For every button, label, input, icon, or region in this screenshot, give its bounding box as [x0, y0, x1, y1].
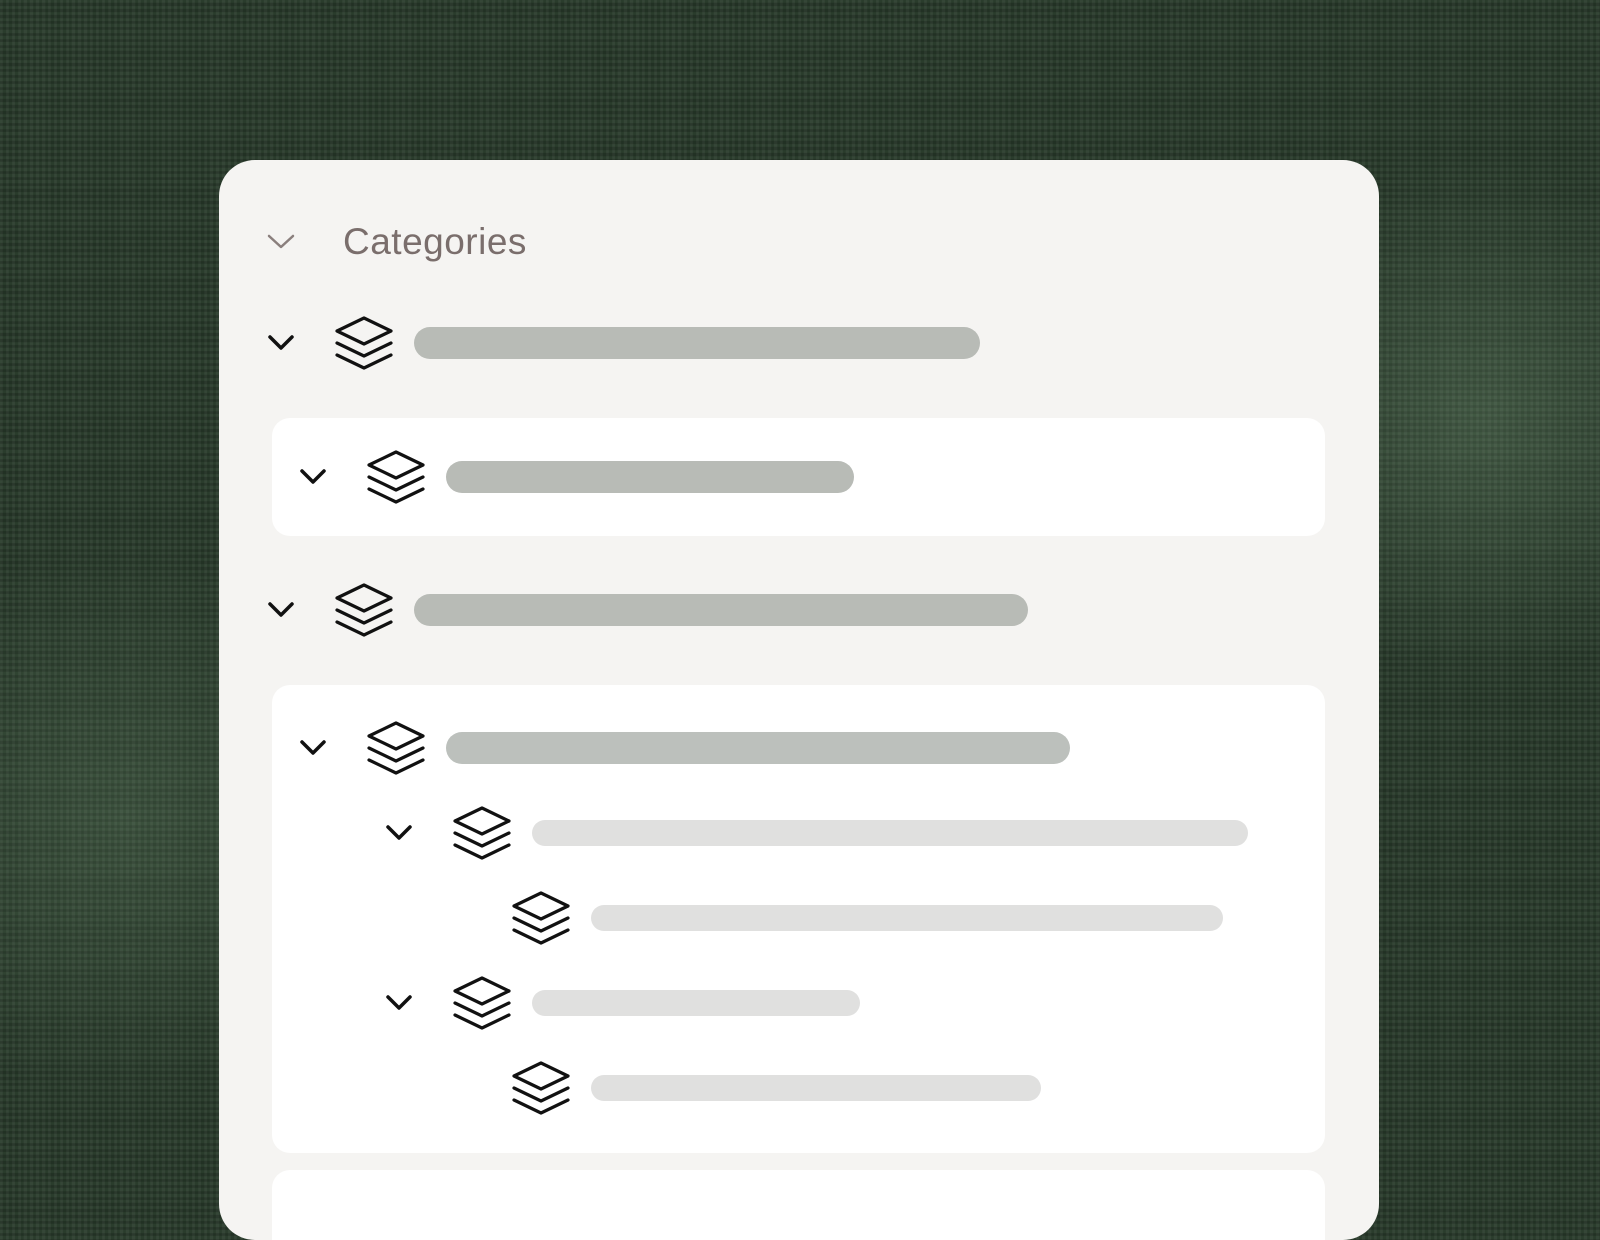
tree-item[interactable]: [444, 1053, 1284, 1123]
tree-item[interactable]: [444, 883, 1284, 953]
chevron-down-icon[interactable]: [267, 600, 295, 620]
tree-item-label-placeholder: [446, 732, 1070, 764]
tree-item-label-placeholder: [414, 594, 1028, 626]
tree-item[interactable]: [299, 442, 1299, 512]
subcategory-card: [272, 1170, 1325, 1240]
tree-item-label-placeholder: [414, 327, 980, 359]
layers-icon: [333, 579, 395, 641]
tree-item[interactable]: [385, 968, 1285, 1038]
chevron-down-icon[interactable]: [385, 823, 413, 843]
chevron-down-icon[interactable]: [299, 738, 327, 758]
tree-item-label-placeholder: [446, 461, 854, 493]
tree-item-label-placeholder: [591, 905, 1223, 931]
subcategory-card: [272, 685, 1325, 1153]
tree-item[interactable]: [385, 798, 1285, 868]
tree-item[interactable]: [267, 308, 1327, 378]
layers-icon: [510, 1057, 572, 1119]
layers-icon: [333, 312, 395, 374]
subcategory-card: [272, 418, 1325, 536]
tree-item-label-placeholder: [532, 990, 860, 1016]
layers-icon: [451, 802, 513, 864]
tree-item[interactable]: [267, 575, 1327, 645]
tree-item-label-placeholder: [591, 1075, 1041, 1101]
chevron-down-icon[interactable]: [385, 993, 413, 1013]
layers-icon: [451, 972, 513, 1034]
layers-icon: [365, 717, 427, 779]
panel-title: Categories: [343, 221, 527, 262]
layers-icon: [510, 887, 572, 949]
chevron-down-icon[interactable]: [267, 333, 295, 353]
layers-icon: [365, 446, 427, 508]
chevron-down-icon[interactable]: [267, 228, 295, 256]
categories-panel: Categories: [219, 160, 1379, 1240]
categories-header[interactable]: Categories: [267, 212, 527, 272]
chevron-down-icon[interactable]: [299, 467, 327, 487]
tree-item[interactable]: [299, 713, 1299, 783]
tree-item-label-placeholder: [532, 820, 1248, 846]
